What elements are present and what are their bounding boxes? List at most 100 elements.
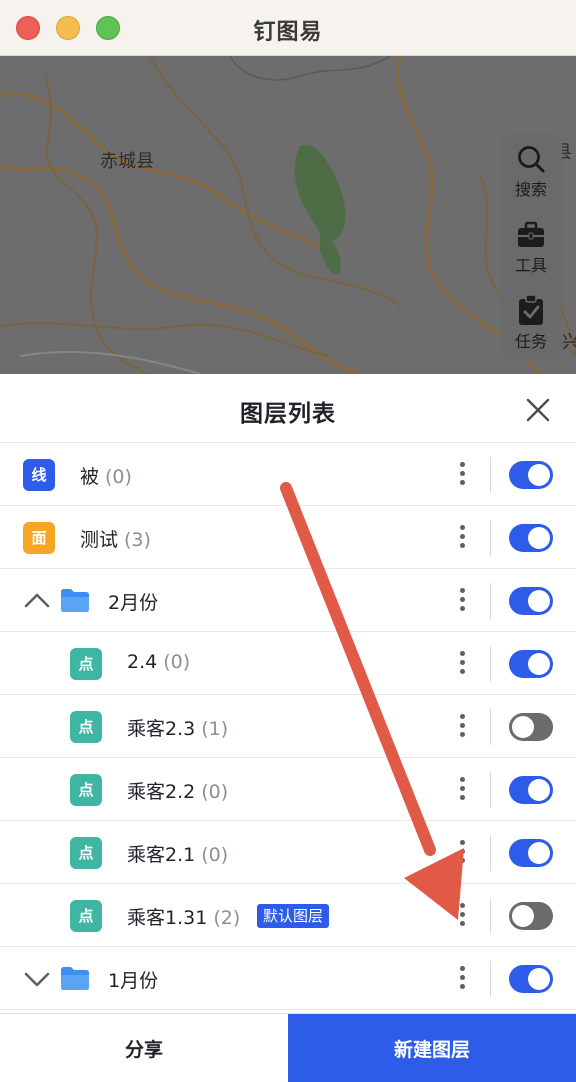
map-view[interactable]: 赤城县 县 兴 搜索 工具 任务 [0,56,576,374]
layer-name-text: 乘客2.2 [127,781,196,803]
default-layer-tag: 默认图层 [257,904,330,928]
more-vertical-icon [456,966,468,989]
map-label-edge-right: 兴 [562,332,576,353]
visibility-toggle[interactable] [509,902,553,930]
visibility-toggle[interactable] [509,650,553,678]
layer-row[interactable]: 面 测试 (3) [0,506,576,569]
layer-name-text: 乘客2.3 [127,718,196,740]
layer-name-text: 乘客2.1 [127,844,196,866]
line-type-badge: 线 [23,459,55,491]
area-type-badge: 面 [23,522,55,554]
more-options-button[interactable] [456,714,468,740]
point-type-badge: 点 [70,900,102,932]
chevron-up-icon[interactable] [24,589,50,613]
folder-icon [61,967,89,990]
close-button[interactable] [522,394,554,426]
map-label-county: 赤城县 [100,151,154,172]
folder-row[interactable]: 1月份 [0,947,576,1010]
panel-footer: 分享 新建图层 [0,1013,576,1082]
tasks-tool-label: 任务 [514,332,547,351]
more-options-button[interactable] [456,966,468,992]
visibility-toggle[interactable] [509,587,553,615]
more-options-button[interactable] [456,777,468,803]
layer-row[interactable]: 点 乘客1.31 (2) 默认图层 [0,884,576,947]
more-vertical-icon [456,588,468,611]
layer-name: 测试 (3) [80,525,151,552]
layer-row[interactable]: 点 乘客2.1 (0) [0,821,576,884]
layer-name: 乘客2.2 (0) [127,777,228,804]
visibility-toggle[interactable] [509,713,553,741]
row-divider [490,835,491,871]
search-tool-label: 搜索 [514,180,547,199]
layer-panel: 图层列表 线 被 (0) 面 测试 (3) 2月份 点 2.4 (0) 点 乘客… [0,374,576,1082]
tools-tool[interactable]: 工具 [500,220,562,276]
tools-tool-label: 工具 [514,256,547,275]
share-button[interactable]: 分享 [0,1014,288,1082]
layer-name: 乘客2.3 (1) [127,714,228,741]
more-vertical-icon [456,777,468,800]
search-tool[interactable]: 搜索 [500,144,562,200]
more-options-button[interactable] [456,903,468,929]
row-divider [490,898,491,934]
row-divider [490,709,491,745]
layer-name-text: 测试 [80,529,119,551]
point-type-badge: 点 [70,774,102,806]
layer-name: 乘客2.1 (0) [127,840,228,867]
point-type-badge: 点 [70,837,102,869]
more-vertical-icon [456,840,468,863]
point-type-badge: 点 [70,711,102,743]
clipboard-check-icon [519,294,543,325]
more-options-button[interactable] [456,462,468,488]
layer-count: (0) [201,844,229,866]
layer-row[interactable]: 点 乘客2.3 (1) [0,695,576,758]
more-vertical-icon [456,651,468,674]
row-divider [490,520,491,556]
folder-icon [61,589,89,612]
point-type-badge: 点 [70,648,102,680]
tasks-tool[interactable]: 任务 [500,294,562,352]
layer-count: (0) [201,781,229,803]
map-toolbar: 搜索 工具 任务 [500,134,562,360]
more-options-button[interactable] [456,840,468,866]
layer-count: (0) [105,466,132,488]
row-divider [490,961,491,997]
more-options-button[interactable] [456,525,468,551]
close-icon [526,398,550,422]
folder-row[interactable]: 2月份 [0,569,576,632]
visibility-toggle[interactable] [509,839,553,867]
row-divider [490,646,491,682]
chevron-down-icon[interactable] [24,967,50,991]
layer-count: (1) [201,718,229,740]
layer-count: (3) [124,529,151,551]
layer-row[interactable]: 线 被 (0) [0,443,576,506]
window-titlebar: 钉图易 [0,0,576,56]
search-icon [518,146,545,173]
more-vertical-icon [456,525,468,548]
visibility-toggle[interactable] [509,461,553,489]
layer-name-text: 被 [80,466,100,488]
layer-count: (0) [163,651,191,673]
layer-name: 2.4 (0) [127,651,190,673]
layer-row[interactable]: 点 乘客2.2 (0) [0,758,576,821]
panel-header: 图层列表 [0,374,576,443]
more-options-button[interactable] [456,651,468,677]
visibility-toggle[interactable] [509,524,553,552]
more-vertical-icon [456,903,468,926]
layer-name-text: 乘客1.31 [127,907,208,929]
new-layer-button[interactable]: 新建图层 [288,1014,576,1082]
more-options-button[interactable] [456,588,468,614]
window-title: 钉图易 [253,20,323,45]
panel-title: 图层列表 [240,401,336,427]
layer-count: (2) [213,907,241,929]
row-divider [490,772,491,808]
visibility-toggle[interactable] [509,776,553,804]
visibility-toggle[interactable] [509,965,553,993]
folder-name: 2月份 [108,592,159,614]
row-divider [490,457,491,493]
map-roads [0,56,576,374]
more-vertical-icon [456,462,468,485]
layer-row[interactable]: 点 2.4 (0) [0,632,576,695]
toolbox-icon [518,221,544,247]
more-vertical-icon [456,714,468,737]
folder-name: 1月份 [108,970,159,992]
